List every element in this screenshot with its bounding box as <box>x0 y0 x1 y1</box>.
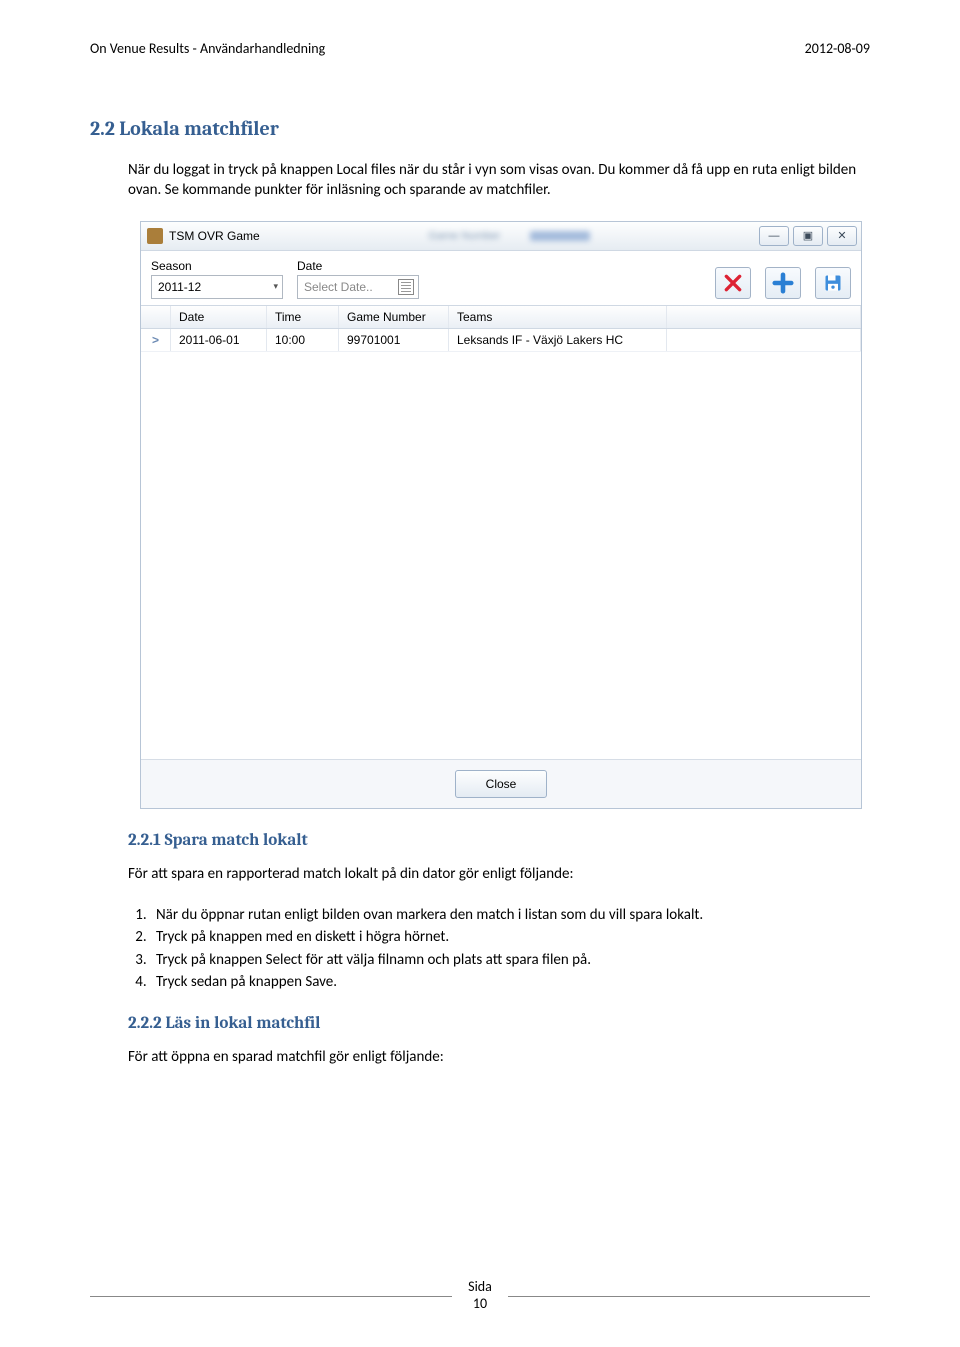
window-title: TSM OVR Game <box>169 229 260 243</box>
cell-game-number: 99701001 <box>339 329 449 351</box>
cell-teams: Leksands IF - Växjö Lakers HC <box>449 329 667 351</box>
season-value: 2011-12 <box>158 280 201 294</box>
table-row[interactable]: > 2011-06-01 10:00 99701001 Leksands IF … <box>141 329 861 352</box>
subsection1-intro: För att spara en rapporterad match lokal… <box>128 864 870 884</box>
col-header-date[interactable]: Date <box>171 306 267 328</box>
date-label: Date <box>297 259 419 273</box>
col-header-teams[interactable]: Teams <box>449 306 667 328</box>
cell-time: 10:00 <box>267 329 339 351</box>
x-icon <box>723 273 743 293</box>
season-field: Season 2011-12 ▾ <box>151 259 283 299</box>
titlebar-blurred-area: Game Number <box>260 230 759 242</box>
grid-header: Date Time Game Number Teams <box>141 305 861 329</box>
delete-button[interactable] <box>715 267 751 299</box>
app-icon <box>147 228 163 244</box>
col-header-game-number[interactable]: Game Number <box>339 306 449 328</box>
chevron-down-icon: ▾ <box>273 281 278 292</box>
header-right: 2012-08-09 <box>805 40 870 57</box>
window-footer: Close <box>141 759 861 808</box>
season-label: Season <box>151 259 283 273</box>
subsection-heading-1: 2.2.1 Spara match lokalt <box>128 831 870 850</box>
date-placeholder: Select Date.. <box>304 280 373 294</box>
list-item: Tryck på knappen med en diskett i högra … <box>150 926 870 949</box>
list-item: Tryck på knappen Select för att välja fi… <box>150 949 870 972</box>
col-header-time[interactable]: Time <box>267 306 339 328</box>
section-intro: När du loggat in tryck på knappen Local … <box>128 160 870 201</box>
app-window: TSM OVR Game Game Number — ▣ ✕ Season 20… <box>140 221 862 809</box>
toolbar: Season 2011-12 ▾ Date Select Date.. <box>141 251 861 305</box>
maximize-button[interactable]: ▣ <box>793 226 823 246</box>
grid-body: > 2011-06-01 10:00 99701001 Leksands IF … <box>141 329 861 759</box>
subsection1-steps: När du öppnar rutan enligt bilden ovan m… <box>128 904 870 994</box>
minimize-button[interactable]: — <box>759 226 789 246</box>
plus-icon <box>772 272 794 294</box>
subsection-heading-2: 2.2.2 Läs in lokal matchfil <box>128 1014 870 1033</box>
save-button[interactable] <box>815 267 851 299</box>
floppy-disk-icon <box>823 273 843 293</box>
header-left: On Venue Results - Användarhandledning <box>90 40 325 57</box>
cell-date: 2011-06-01 <box>171 329 267 351</box>
list-item: När du öppnar rutan enligt bilden ovan m… <box>150 904 870 927</box>
date-field: Date Select Date.. <box>297 259 419 299</box>
date-picker[interactable]: Select Date.. <box>297 275 419 299</box>
season-combo[interactable]: 2011-12 ▾ <box>151 275 283 299</box>
close-dialog-button[interactable]: Close <box>455 770 547 798</box>
titlebar: TSM OVR Game Game Number — ▣ ✕ <box>141 222 861 251</box>
add-button[interactable] <box>765 267 801 299</box>
calendar-icon <box>398 279 414 295</box>
row-selector: > <box>141 329 171 351</box>
list-item: Tryck sedan på knappen Save. <box>150 971 870 994</box>
section-heading: 2.2 Lokala matchfiler <box>90 117 870 140</box>
window-controls: — ▣ ✕ <box>759 226 857 246</box>
close-window-button[interactable]: ✕ <box>827 226 857 246</box>
subsection2-intro: För att öppna en sparad matchfil gör enl… <box>128 1047 870 1067</box>
page-footer: Sida 10 <box>90 1279 870 1313</box>
page-header: On Venue Results - Användarhandledning 2… <box>90 40 870 57</box>
page-number-block: Sida 10 <box>452 1279 508 1313</box>
